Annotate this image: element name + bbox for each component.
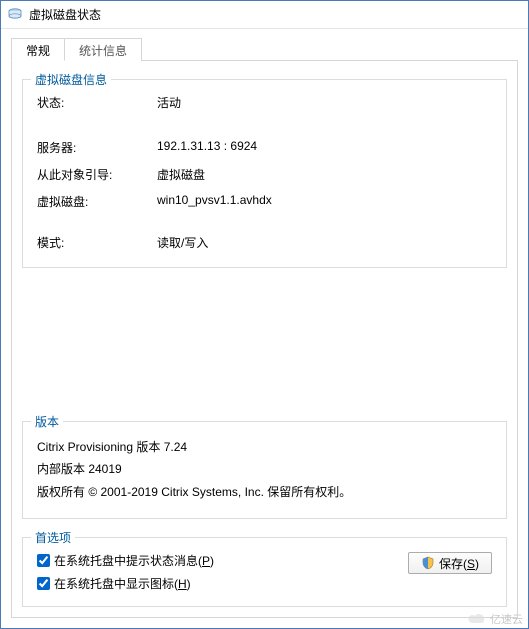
label-status: 状态: xyxy=(37,94,157,111)
value-mode: 读取/写入 xyxy=(157,234,492,251)
value-server: 192.1.31.13 : 6924 xyxy=(157,139,492,156)
label-mode: 模式: xyxy=(37,234,157,251)
checkbox-tray-icon-input[interactable] xyxy=(37,577,50,590)
group-vdisk-info: 虚拟磁盘信息 状态: 活动 服务器: 192.1.31.13 : 6924 从此… xyxy=(22,79,507,268)
value-status: 活动 xyxy=(157,94,492,111)
checkbox-tray-prompt[interactable]: 在系统托盘中提示状态消息(P) xyxy=(37,552,400,569)
group-preferences: 首选项 在系统托盘中提示状态消息(P) 在系统托盘中显示图标(H) xyxy=(22,537,507,607)
tab-statistics[interactable]: 统计信息 xyxy=(64,38,142,61)
tab-strip: 常规 统计信息 xyxy=(11,37,518,61)
tab-panel-general: 虚拟磁盘信息 状态: 活动 服务器: 192.1.31.13 : 6924 从此… xyxy=(11,61,518,618)
version-product: Citrix Provisioning 版本 7.24 xyxy=(37,436,492,459)
group-version-title: 版本 xyxy=(31,413,63,430)
window-title: 虚拟磁盘状态 xyxy=(29,6,101,23)
save-button[interactable]: 保存(S) xyxy=(408,552,492,574)
label-server: 服务器: xyxy=(37,139,157,156)
tab-general[interactable]: 常规 xyxy=(11,38,65,61)
checkbox-tray-icon-label: 在系统托盘中显示图标(H) xyxy=(54,575,191,592)
app-icon xyxy=(7,7,23,23)
checkbox-tray-icon[interactable]: 在系统托盘中显示图标(H) xyxy=(37,575,400,592)
group-vdisk-info-title: 虚拟磁盘信息 xyxy=(31,71,111,88)
preferences-checkboxes: 在系统托盘中提示状态消息(P) 在系统托盘中显示图标(H) xyxy=(37,552,400,592)
value-vdisk: win10_pvsv1.1.avhdx xyxy=(157,193,492,210)
titlebar[interactable]: 虚拟磁盘状态 xyxy=(1,1,528,29)
window-frame: 虚拟磁盘状态 常规 统计信息 虚拟磁盘信息 状态: 活动 服务器: 192.1.… xyxy=(0,0,529,629)
version-copyright: 版权所有 © 2001-2019 Citrix Systems, Inc. 保留… xyxy=(37,481,492,504)
group-preferences-title: 首选项 xyxy=(31,529,75,546)
version-build: 内部版本 24019 xyxy=(37,458,492,481)
label-vdisk: 虚拟磁盘: xyxy=(37,193,157,210)
checkbox-tray-prompt-label: 在系统托盘中提示状态消息(P) xyxy=(54,552,214,569)
spacer xyxy=(22,280,507,403)
checkbox-tray-prompt-input[interactable] xyxy=(37,554,50,567)
value-bootfrom: 虚拟磁盘 xyxy=(157,166,492,183)
watermark: 亿速云 xyxy=(466,611,523,627)
group-version: 版本 Citrix Provisioning 版本 7.24 内部版本 2401… xyxy=(22,421,507,519)
watermark-text: 亿速云 xyxy=(490,611,523,627)
label-bootfrom: 从此对象引导: xyxy=(37,166,157,183)
save-button-label: 保存(S) xyxy=(439,555,479,572)
client-area: 常规 统计信息 虚拟磁盘信息 状态: 活动 服务器: 192.1.31.13 :… xyxy=(1,29,528,628)
shield-icon xyxy=(421,556,435,570)
